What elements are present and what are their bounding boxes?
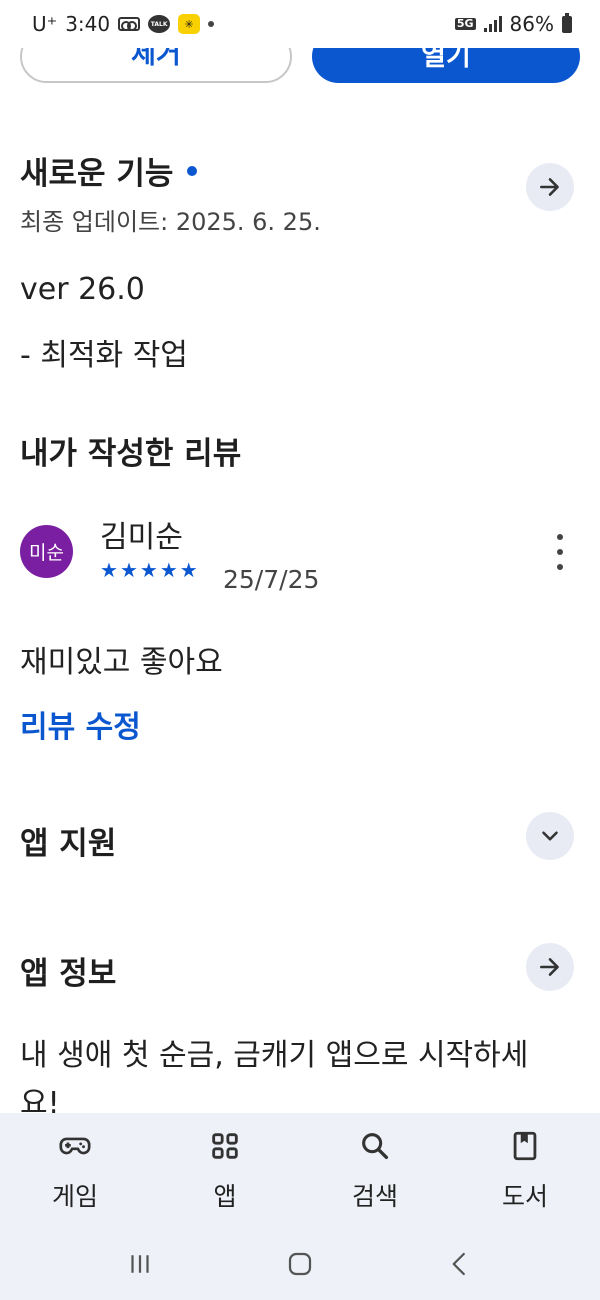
bottom-navigation-bar: 게임 앱 검색 도서 — [0, 1113, 600, 1228]
whats-new-arrow-button[interactable] — [526, 163, 574, 211]
system-navigation-bar — [0, 1228, 600, 1300]
version-text: ver 26.0 — [20, 272, 145, 307]
signal-strength-icon — [483, 16, 502, 32]
avatar: 미순 — [20, 525, 73, 578]
voicemail-icon — [118, 17, 141, 31]
play-store-app-details-screen: 제거 열기 U⁺ 3:40 TALK ✳ 5G 86% 새로운 기능 최종 업데… — [0, 0, 600, 1300]
star-icon: ★ — [100, 558, 118, 582]
notification-app-icon: ✳ — [178, 14, 201, 34]
book-icon — [513, 1131, 537, 1161]
arrow-right-icon — [540, 178, 559, 196]
recents-icon — [131, 1255, 149, 1273]
reviewer-name: 김미순 — [100, 520, 183, 555]
last-updated-text: 최종 업데이트: 2025. 6. 25. — [20, 208, 321, 236]
app-support-title[interactable]: 앱 지원 — [20, 818, 116, 863]
status-bar: U⁺ 3:40 TALK ✳ 5G 86% — [0, 0, 600, 48]
back-button[interactable] — [440, 1244, 480, 1284]
apps-grid-icon — [212, 1133, 238, 1159]
more-vert-icon-dot — [557, 564, 563, 570]
nav-item-games[interactable]: 게임 — [0, 1113, 150, 1228]
more-vert-icon-dot — [557, 549, 563, 555]
search-icon — [362, 1133, 389, 1160]
nav-item-search[interactable]: 검색 — [300, 1113, 450, 1228]
star-icon: ★ — [179, 558, 198, 582]
carrier-label: U⁺ — [32, 12, 58, 36]
app-support-expand-button[interactable] — [526, 812, 574, 860]
battery-percent: 86% — [509, 12, 554, 36]
status-right: 5G 86% — [454, 12, 572, 36]
new-indicator-dot — [187, 165, 198, 176]
whats-new-header[interactable]: 새로운 기능 — [20, 148, 198, 193]
arrow-right-icon — [540, 958, 559, 976]
network-type-badge: 5G — [454, 17, 476, 30]
recent-apps-button[interactable] — [120, 1244, 160, 1284]
battery-icon — [562, 12, 572, 33]
nav-label-search: 검색 — [351, 1182, 398, 1211]
whats-new-title: 새로운 기능 — [20, 156, 174, 192]
home-button[interactable] — [280, 1244, 320, 1284]
my-review-title: 내가 작성한 리뷰 — [20, 436, 242, 472]
edit-review-link[interactable]: 리뷰 수정 — [20, 702, 141, 746]
more-notifications-icon — [208, 21, 215, 27]
app-info-title[interactable]: 앱 정보 — [20, 948, 116, 993]
review-text: 재미있고 좋아요 — [20, 645, 223, 680]
nav-label-games: 게임 — [51, 1182, 98, 1211]
nav-label-apps: 앱 — [213, 1182, 237, 1211]
nav-item-apps[interactable]: 앱 — [150, 1113, 300, 1228]
nav-item-books[interactable]: 도서 — [450, 1113, 600, 1228]
review-more-options-button[interactable] — [550, 534, 570, 570]
star-rating: ★ ★ ★ ★ ★ — [100, 560, 198, 580]
gamepad-icon — [59, 1137, 91, 1155]
star-icon: ★ — [159, 558, 178, 582]
change-note-text: - 최적화 작업 — [20, 338, 188, 373]
clock: 3:40 — [65, 12, 111, 36]
more-vert-icon-dot — [557, 534, 563, 540]
status-left: U⁺ 3:40 TALK ✳ — [32, 12, 215, 36]
nav-label-books: 도서 — [501, 1182, 548, 1211]
kakaotalk-icon: TALK — [148, 15, 171, 33]
app-info-arrow-button[interactable] — [526, 943, 574, 991]
back-chevron-icon — [452, 1252, 465, 1276]
chevron-down-icon — [542, 831, 558, 841]
star-icon: ★ — [119, 558, 138, 582]
review-date: 25/7/25 — [223, 565, 320, 594]
star-icon: ★ — [139, 558, 158, 582]
home-icon — [288, 1252, 312, 1276]
